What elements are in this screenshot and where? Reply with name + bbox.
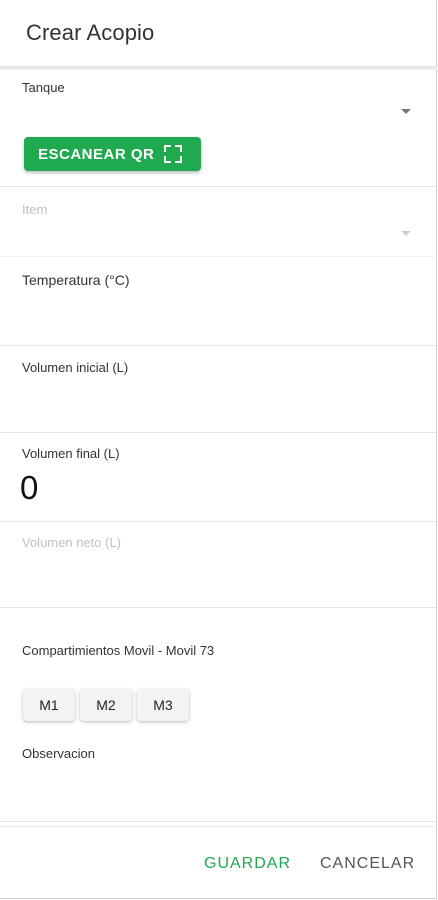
item-dropdown-caret-icon[interactable] [401, 231, 411, 236]
volumen-inicial-field[interactable]: Volumen inicial (L) [0, 346, 437, 432]
temperatura-label: Temperatura (°C) [22, 272, 130, 288]
volumen-final-value[interactable]: 0 [20, 469, 38, 507]
volumen-inicial-label: Volumen inicial (L) [22, 360, 129, 375]
create-acopio-dialog: Crear Acopio Tanque ESCANEAR QR Item Tem… [0, 0, 437, 899]
volumen-final-field[interactable]: Volumen final (L) 0 [0, 433, 437, 521]
item-label: Item [22, 202, 48, 217]
save-button[interactable]: GUARDAR [204, 855, 291, 873]
compartment-button-m1[interactable]: M1 [23, 689, 75, 721]
divider [0, 607, 437, 608]
volumen-neto-field[interactable]: Volumen neto (L) [0, 522, 437, 608]
item-select[interactable]: Item [0, 187, 437, 255]
divider [0, 821, 437, 822]
title-divider [0, 66, 437, 70]
compartment-button-m2[interactable]: M2 [80, 689, 132, 721]
volumen-neto-label: Volumen neto (L) [22, 535, 122, 550]
tanque-select[interactable]: Tanque [0, 72, 437, 132]
tanque-dropdown-caret-icon[interactable] [401, 109, 411, 114]
actions-divider [0, 826, 437, 827]
compartment-button-m3[interactable]: M3 [137, 689, 189, 721]
observacion-field[interactable]: Observacion [0, 735, 437, 821]
scan-qr-button[interactable]: ESCANEAR QR [24, 137, 201, 171]
dialog-title: Crear Acopio [26, 20, 155, 45]
temperatura-field[interactable]: Temperatura (°C) [0, 257, 437, 345]
volumen-final-label: Volumen final (L) [22, 446, 120, 461]
compartimientos-label: Compartimientos Movil - Movil 73 [22, 643, 215, 658]
observacion-label: Observacion [22, 746, 95, 761]
qr-scan-icon [164, 145, 183, 163]
scan-qr-label: ESCANEAR QR [38, 145, 155, 163]
tanque-label: Tanque [22, 80, 65, 95]
cancel-button[interactable]: CANCELAR [320, 855, 415, 873]
